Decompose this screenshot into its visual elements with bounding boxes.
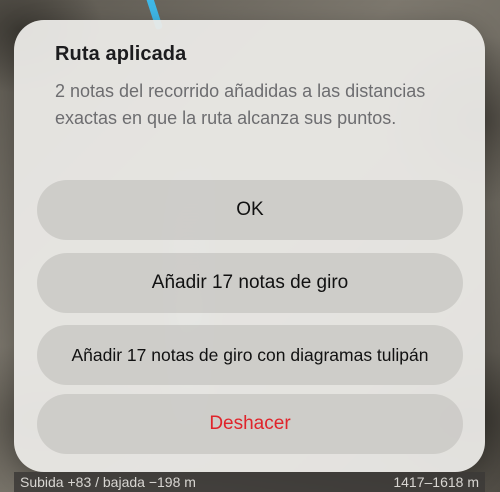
add-turn-notes-tulip-button[interactable]: Añadir 17 notas de giro con diagramas tu… — [37, 325, 463, 385]
distance-range: 1417–1618 m — [393, 474, 479, 490]
route-applied-dialog: Ruta aplicada 2 notas del recorrido añad… — [14, 20, 485, 472]
elevation-status-bar: Subida +83 / bajada −198 m 1417–1618 m — [14, 472, 485, 492]
ok-button[interactable]: OK — [37, 180, 463, 240]
elevation-summary: Subida +83 / bajada −198 m — [20, 474, 196, 490]
dialog-title: Ruta aplicada — [55, 43, 187, 65]
dialog-message: 2 notas del recorrido añadidas a las dis… — [55, 81, 426, 128]
undo-button[interactable]: Deshacer — [37, 394, 463, 454]
add-turn-notes-button[interactable]: Añadir 17 notas de giro — [37, 253, 463, 313]
